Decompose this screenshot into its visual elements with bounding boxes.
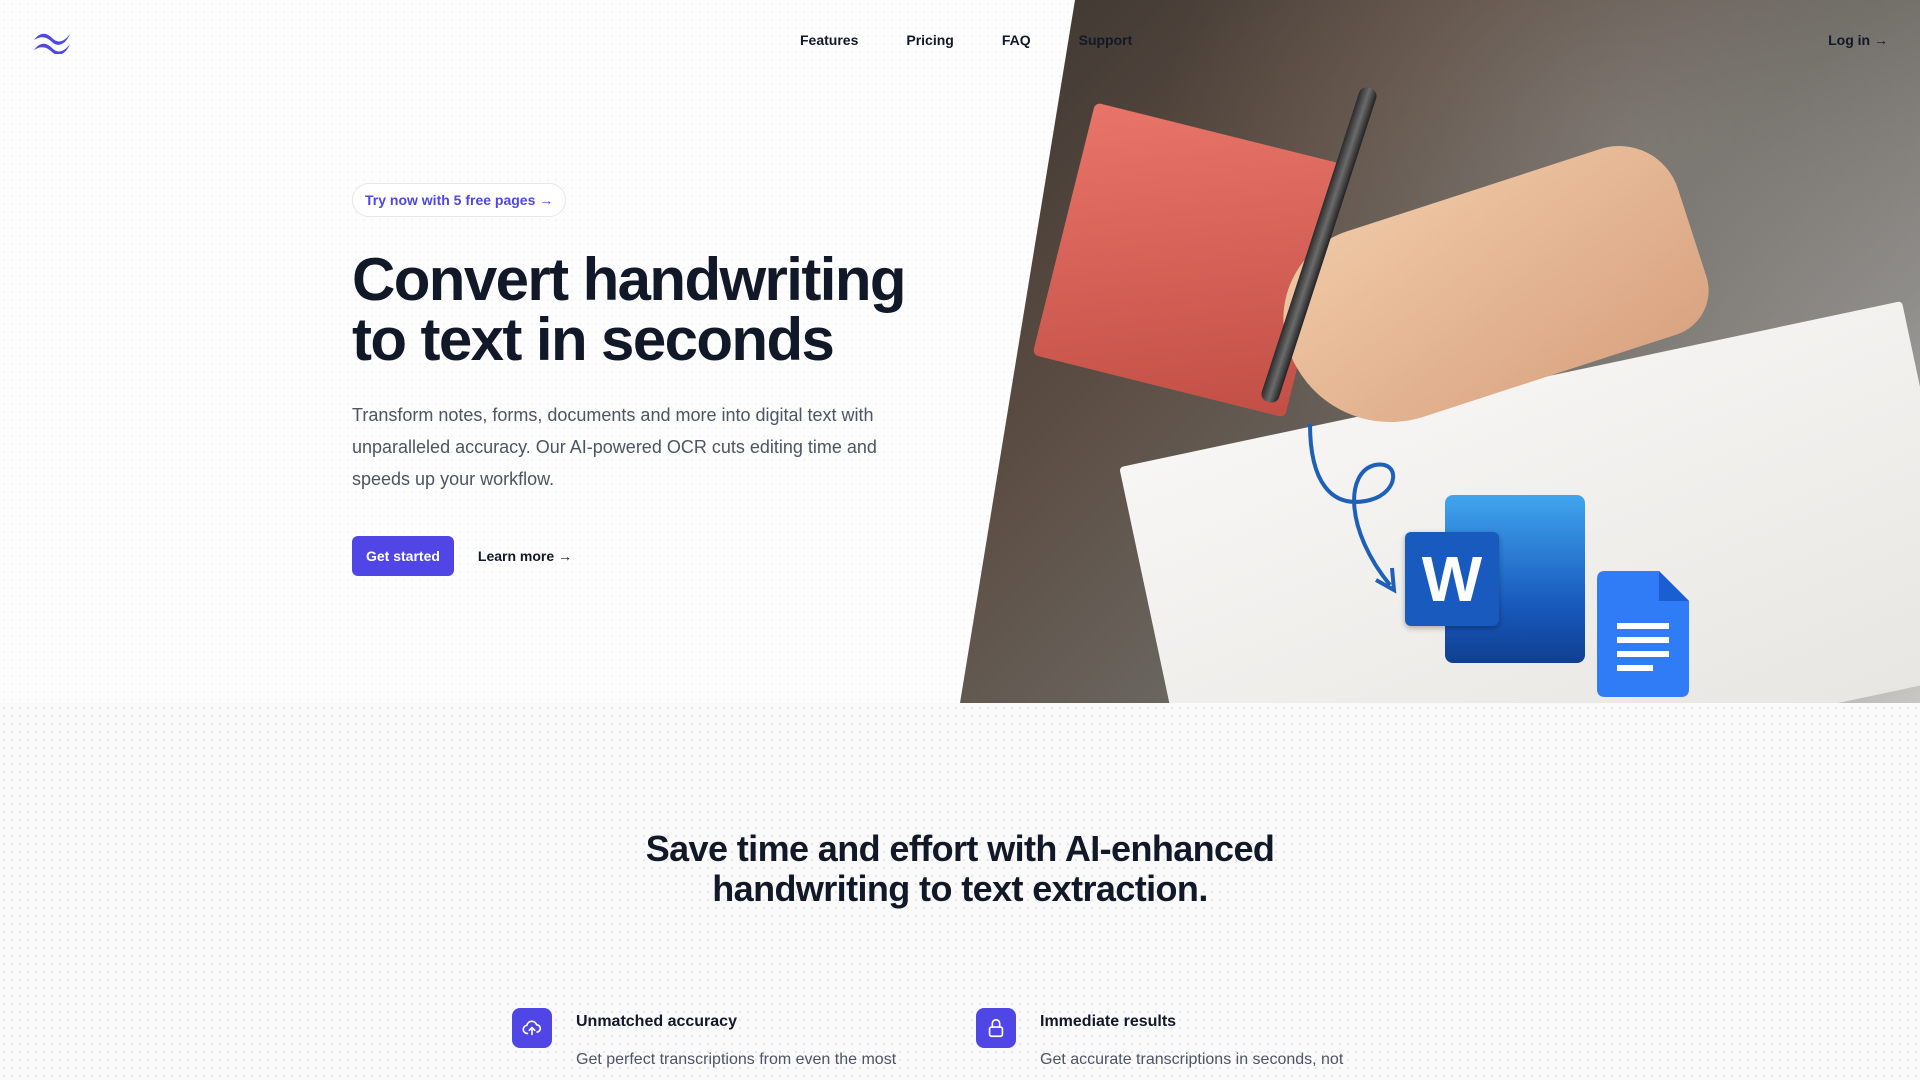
lock-icon (976, 1008, 1016, 1048)
nav-link-features[interactable]: Features (800, 32, 858, 48)
get-started-button[interactable]: Get started (352, 536, 454, 576)
wave-logo-icon[interactable] (32, 28, 72, 54)
word-icon: W (1405, 495, 1585, 663)
section-title: Save time and effort with AI-enhanced ha… (560, 829, 1360, 909)
hero-title: Convert handwriting to text in seconds (352, 250, 972, 370)
section-title-line1: Save time and effort with AI-enhanced (645, 828, 1275, 869)
cta-row: Get started Learn more → (352, 536, 572, 576)
hero-title-line2: to text in seconds (352, 306, 835, 373)
feature-title: Immediate results (1040, 1013, 1177, 1030)
learn-more-link[interactable]: Learn more → (478, 548, 572, 564)
feature-title: Unmatched accuracy (576, 1013, 737, 1030)
hero-image: W (960, 0, 1920, 703)
feature-speed: Immediate results Get accurate transcrip… (976, 1008, 1376, 1080)
nav-link-support[interactable]: Support (1079, 32, 1133, 48)
cloud-upload-icon (512, 1008, 552, 1048)
login-link[interactable]: Log in → (1828, 32, 1888, 48)
nav-link-pricing[interactable]: Pricing (906, 32, 953, 48)
hero-description: Transform notes, forms, documents and mo… (352, 405, 877, 489)
section-title-line2: handwriting to text extraction. (712, 868, 1208, 909)
free-trial-pill[interactable]: Try now with 5 free pages → (352, 183, 567, 217)
nav-link-faq[interactable]: FAQ (1002, 32, 1031, 48)
hero-title-line1: Convert handwriting (352, 246, 907, 313)
google-docs-icon (1597, 571, 1689, 697)
feature-description: Get perfect transcriptions from even the… (576, 1051, 897, 1068)
nav-links: Features Pricing FAQ Support (800, 32, 1132, 48)
landing-page: W Features Pricing FAQ Support Log in → … (0, 0, 1920, 1080)
feature-description: Get accurate transcriptions in seconds, … (1040, 1051, 1344, 1080)
feature-accuracy: Unmatched accuracy Get perfect transcrip… (512, 1008, 912, 1080)
top-nav: Features Pricing FAQ Support Log in → (0, 0, 1920, 82)
